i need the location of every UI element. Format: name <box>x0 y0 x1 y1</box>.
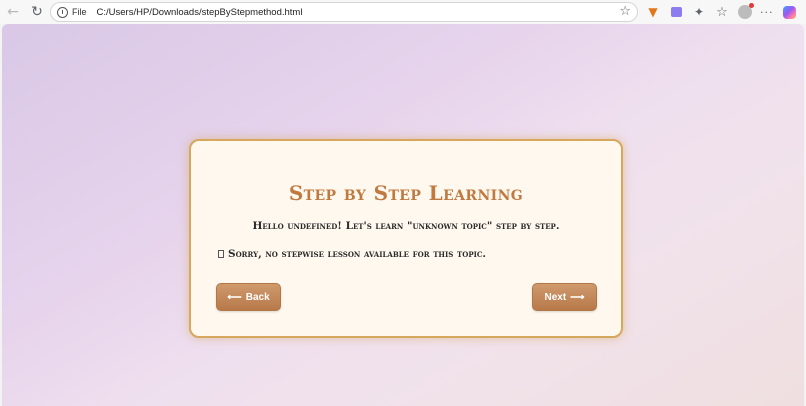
browser-toolbar: ← ↻ File C:/Users/HP/Downloads/stepBySte… <box>0 0 806 24</box>
no-lesson-message-text: Sorry, no stepwise lesson available for … <box>228 248 487 260</box>
next-button-label: Next <box>544 291 567 303</box>
star-icon[interactable]: ☆ <box>619 5 631 19</box>
fox-extension-icon[interactable]: ▼ <box>644 3 662 21</box>
puzzle-icon[interactable]: ✦ <box>690 3 708 21</box>
info-icon[interactable] <box>57 6 68 18</box>
file-label: File <box>72 7 87 17</box>
address-bar[interactable]: File C:/Users/HP/Downloads/stepByStepmet… <box>50 2 638 22</box>
back-button[interactable]: ⟵ Back <box>216 283 281 311</box>
extension-icon[interactable] <box>667 3 685 21</box>
no-lesson-message: Sorry, no stepwise lesson available for … <box>218 248 608 260</box>
copilot-icon[interactable] <box>782 5 796 19</box>
lesson-card: Step by Step Learning Hello undefined! L… <box>189 139 623 338</box>
greeting-text: Hello undefined! Let's learn "unknown to… <box>252 220 560 232</box>
page-viewport: Step by Step Learning Hello undefined! L… <box>2 24 804 406</box>
extensions-area: ▼ ✦ ☆ ··· <box>644 3 796 21</box>
right-arrow-icon: ⟶ <box>570 291 585 303</box>
avatar[interactable] <box>738 3 754 19</box>
back-button-label: Back <box>245 291 270 303</box>
lesson-title: Step by Step Learning <box>288 181 524 205</box>
favorites-icon[interactable]: ☆ <box>713 3 731 21</box>
back-arrow-icon[interactable]: ← <box>2 1 24 23</box>
missing-glyph-icon <box>218 250 224 258</box>
reload-icon[interactable]: ↻ <box>26 1 48 23</box>
left-arrow-icon: ⟵ <box>227 291 242 303</box>
url-text[interactable]: C:/Users/HP/Downloads/stepByStepmethod.h… <box>97 7 303 18</box>
more-icon[interactable]: ··· <box>760 6 774 19</box>
next-button[interactable]: Next ⟶ <box>532 283 597 311</box>
